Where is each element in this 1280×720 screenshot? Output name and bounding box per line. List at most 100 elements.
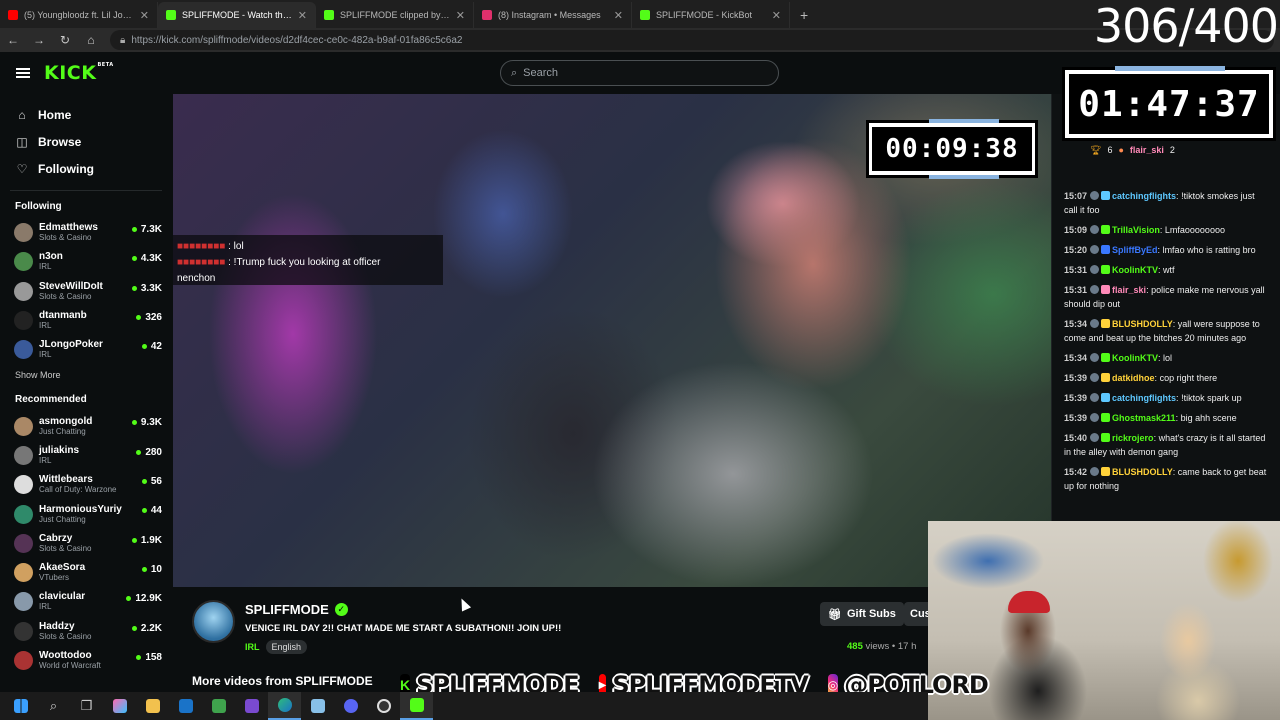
channel-category: Slots & Casino	[39, 631, 92, 641]
home-icon[interactable]: ⌂	[84, 33, 98, 47]
sidebar-channel[interactable]: dtanmanb IRL 326	[0, 306, 172, 335]
channel-category: IRL	[39, 602, 52, 612]
show-more-link[interactable]: Show More	[0, 370, 172, 380]
viewer-count-text: 7.3K	[140, 224, 162, 235]
sidebar-channel[interactable]: n3on IRL 4.3K	[0, 247, 172, 276]
file-explorer-icon[interactable]	[136, 692, 169, 720]
sidebar-nav-browse[interactable]: ◫ Browse	[0, 128, 172, 155]
chat-username[interactable]: Ghostmask211	[1112, 413, 1176, 423]
viewer-count: 10	[141, 564, 162, 575]
verified-icon: ✓	[334, 603, 348, 616]
chat-username[interactable]: BLUSHDOLLY	[1112, 319, 1173, 329]
chat-username[interactable]: datkidhoe	[1112, 373, 1155, 383]
notepad-icon[interactable]	[301, 692, 334, 720]
chat-username[interactable]: rickrojero	[1112, 433, 1154, 443]
chat-username[interactable]: catchingflights	[1112, 191, 1176, 201]
subathon-timer: 01:47:37	[1062, 66, 1276, 141]
channel-text: AkaeSora VTubers	[39, 562, 85, 583]
browser-tab[interactable]: SPLIFFMODE clipped by pz_makin ✕	[316, 2, 474, 28]
gift-icon: 🎁︎	[828, 608, 842, 621]
category-link[interactable]: IRL	[245, 642, 260, 652]
channel-category: IRL	[39, 321, 52, 331]
chat-timestamp: 15:07	[1064, 191, 1088, 201]
chat-username[interactable]: KoolinKTV	[1112, 265, 1158, 275]
site-header: KICKBETA ⌕ Search	[0, 52, 1060, 94]
viewer-count: 280	[136, 447, 162, 458]
tab-close-icon[interactable]: ✕	[456, 9, 465, 22]
obs-icon[interactable]	[367, 692, 400, 720]
sidebar-channel[interactable]: SteveWillDoIt Slots & Casino 3.3K	[0, 277, 172, 306]
browser-tab[interactable]: (5) Youngbloodz ft. Lil Jon - If You ✕	[0, 2, 158, 28]
live-dot-icon	[131, 285, 137, 291]
chat-username[interactable]: flair_ski	[1112, 285, 1146, 295]
edge-icon[interactable]	[268, 692, 301, 720]
gift-subs-button[interactable]: 🎁︎ Gift Subs	[820, 602, 904, 626]
back-icon[interactable]: ←	[6, 33, 20, 47]
channel-avatar[interactable]	[192, 600, 235, 643]
chat-username[interactable]: TrillaVision	[1112, 225, 1160, 235]
sidebar-channel[interactable]: Edmatthews Slots & Casino 7.3K	[0, 218, 172, 247]
avatar	[14, 621, 33, 641]
chat-timestamp: 15:31	[1064, 285, 1088, 295]
search-input[interactable]: ⌕ Search	[500, 60, 779, 86]
channel-name[interactable]: SPLIFFMODE	[245, 602, 329, 617]
sidebar-divider	[10, 190, 162, 191]
chat-username[interactable]: SpliffByEd	[1112, 245, 1158, 255]
sidebar-channel[interactable]: HarmoniousYuriy Just Chatting 44	[0, 499, 172, 528]
chat-username[interactable]: BLUSHDOLLY	[1112, 467, 1173, 477]
sidebar-channel[interactable]: Woottodoo World of Warcraft 158	[0, 646, 172, 675]
sidebar-channel[interactable]: Haddzy Slots & Casino 2.2K	[0, 617, 172, 646]
webcam-hat	[1008, 591, 1050, 613]
sidebar-channel[interactable]: Wittlebears Call of Duty: Warzone 56	[0, 470, 172, 499]
sub-badge-icon	[1101, 265, 1111, 274]
sidebar-channel[interactable]: AkaeSora VTubers 10	[0, 558, 172, 587]
tab-close-icon[interactable]: ✕	[772, 9, 781, 22]
chat-message: 15:31 KoolinKTV: wtf	[1052, 260, 1280, 280]
tab-favicon-icon	[640, 10, 650, 20]
kick-logo[interactable]: KICKBETA	[44, 62, 114, 84]
reload-icon[interactable]: ↻	[58, 33, 72, 47]
viewer-count: 44	[141, 505, 162, 516]
kick-taskbar-icon[interactable]	[400, 692, 433, 720]
chat-username[interactable]: KoolinKTV	[1112, 353, 1158, 363]
tab-close-icon[interactable]: ✕	[140, 9, 149, 22]
browser-tab[interactable]: SPLIFFMODE - Watch the VOD ✕	[158, 2, 316, 28]
sidebar-channel[interactable]: clavicular IRL 12.9K	[0, 587, 172, 616]
chat-message: 15:07 catchingflights: !tiktok smokes jus…	[1052, 186, 1280, 220]
new-tab-button[interactable]: +	[790, 2, 818, 28]
chat-username[interactable]: catchingflights	[1112, 393, 1176, 403]
chat-timestamp: 15:20	[1064, 245, 1088, 255]
leader-user: flair_ski	[1129, 145, 1164, 155]
avatar	[14, 651, 33, 670]
sidebar-channel[interactable]: juliakins IRL 280	[0, 441, 172, 470]
chat-timestamp: 15:34	[1064, 353, 1088, 363]
browser-tab[interactable]: (8) Instagram • Messages ✕	[474, 2, 632, 28]
sidebar-nav-home[interactable]: ⌂ Home	[0, 101, 172, 128]
app-icon[interactable]	[235, 692, 268, 720]
chat-timestamp: 15:39	[1064, 393, 1088, 403]
sidebar-channel[interactable]: JLongoPoker IRL 42	[0, 335, 172, 364]
channel-name: Edmatthews	[39, 222, 98, 234]
forward-icon[interactable]: →	[32, 33, 46, 47]
sidebar-nav-following[interactable]: ♡ Following	[0, 155, 172, 182]
search-icon: ⌕	[511, 66, 518, 79]
tab-close-icon[interactable]: ✕	[298, 9, 307, 22]
search-taskbar-icon[interactable]: ⌕	[37, 692, 70, 720]
copilot-icon[interactable]	[103, 692, 136, 720]
sidebar-channel[interactable]: Cabrzy Slots & Casino 1.9K	[0, 529, 172, 558]
menu-icon[interactable]	[16, 68, 30, 78]
outlook-icon[interactable]	[169, 692, 202, 720]
store-icon[interactable]	[202, 692, 235, 720]
tab-close-icon[interactable]: ✕	[614, 9, 623, 22]
chat-badge-icon	[1090, 393, 1100, 402]
start-icon[interactable]	[4, 692, 37, 720]
leader-badge-icon: ●	[1118, 145, 1124, 155]
browser-tab[interactable]: SPLIFFMODE - KickBot ✕	[632, 2, 790, 28]
language-tag[interactable]: English	[265, 640, 308, 654]
task-view-icon[interactable]: ❒	[70, 692, 103, 720]
sidebar-channel[interactable]: asmongold Just Chatting 9.3K	[0, 411, 172, 440]
viewer-count: 326	[136, 312, 162, 323]
search-placeholder: Search	[523, 67, 559, 79]
sub-counter: 306/400	[1093, 0, 1279, 53]
discord-icon[interactable]	[334, 692, 367, 720]
